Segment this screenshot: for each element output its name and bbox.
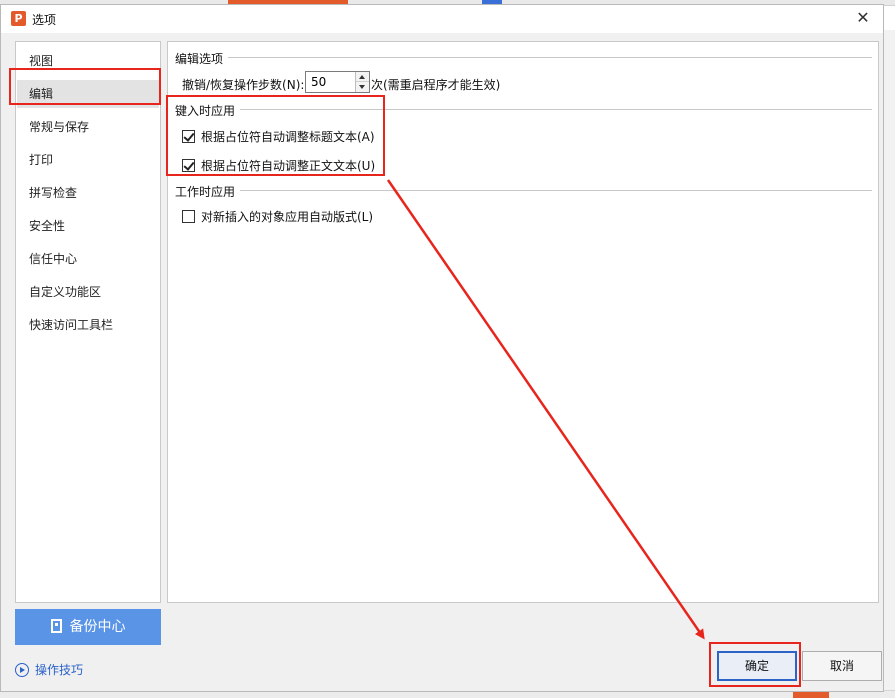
undo-steps-label: 撤销/恢复操作步数(N): [182, 78, 305, 92]
auto-layout-label: 对新插入的对象应用自动版式(L) [201, 209, 374, 224]
nav-item-security[interactable]: 安全性 [17, 212, 159, 240]
auto-fit-body-label: 根据占位符自动调整正文文本(U) [201, 158, 376, 173]
group-divider [228, 57, 872, 58]
stepper-buttons [355, 72, 369, 92]
nav-item-edit[interactable]: 编辑 [17, 80, 159, 108]
nav-item-view[interactable]: 视图 [17, 47, 159, 75]
nav-item-general-save[interactable]: 常规与保存 [17, 113, 159, 141]
dialog-title: 选项 [32, 13, 57, 27]
play-circle-icon [15, 663, 29, 677]
options-nav: 视图 编辑 常规与保存 打印 拼写检查 安全性 信任中心 自定义功能区 快速访问… [15, 41, 161, 603]
options-content-panel: 编辑选项 撤销/恢复操作步数(N): 次(需重启程序才能生效) 键入时应用 根据… [167, 41, 879, 603]
undo-steps-stepper[interactable] [305, 71, 370, 93]
operation-tips-link[interactable]: 操作技巧 [15, 661, 83, 679]
auto-layout-option[interactable]: 对新插入的对象应用自动版式(L) [182, 208, 373, 224]
dialog-titlebar: P 选项 ✕ [1, 5, 883, 33]
ok-button[interactable]: 确定 [717, 651, 797, 681]
options-dialog: P 选项 ✕ 视图 编辑 常规与保存 打印 拼写检查 安全性 信任中心 自定义功… [0, 4, 884, 692]
cancel-button[interactable]: 取消 [802, 651, 882, 681]
close-icon[interactable]: ✕ [853, 8, 873, 28]
group-divider [240, 190, 872, 191]
undo-steps-input[interactable] [306, 72, 354, 92]
backup-center-label: 备份中心 [69, 619, 126, 635]
operation-tips-label: 操作技巧 [35, 663, 84, 677]
group-title-typing: 键入时应用 [175, 104, 236, 118]
document-icon [50, 619, 62, 633]
auto-fit-title-checkbox[interactable] [182, 129, 195, 143]
group-title-edit-options: 编辑选项 [175, 52, 224, 66]
auto-layout-checkbox[interactable] [182, 209, 195, 223]
stepper-down-icon[interactable] [356, 82, 369, 92]
background-status-block [793, 691, 829, 698]
group-divider [240, 109, 872, 110]
undo-steps-note: 次(需重启程序才能生效) [371, 78, 501, 92]
backup-center-button[interactable]: 备份中心 [15, 609, 161, 645]
nav-item-quick-access[interactable]: 快速访问工具栏 [17, 311, 159, 339]
auto-fit-title-option[interactable]: 根据占位符自动调整标题文本(A) [182, 128, 375, 144]
auto-fit-title-label: 根据占位符自动调整标题文本(A) [201, 129, 375, 144]
nav-item-customize-ribbon[interactable]: 自定义功能区 [17, 278, 159, 306]
stepper-up-icon[interactable] [356, 72, 369, 82]
auto-fit-body-checkbox[interactable] [182, 158, 195, 172]
wps-presentation-icon: P [11, 11, 26, 26]
nav-item-print[interactable]: 打印 [17, 146, 159, 174]
nav-item-trust-center[interactable]: 信任中心 [17, 245, 159, 273]
group-title-working: 工作时应用 [175, 185, 236, 199]
auto-fit-body-option[interactable]: 根据占位符自动调整正文文本(U) [182, 157, 375, 173]
nav-item-spelling[interactable]: 拼写检查 [17, 179, 159, 207]
